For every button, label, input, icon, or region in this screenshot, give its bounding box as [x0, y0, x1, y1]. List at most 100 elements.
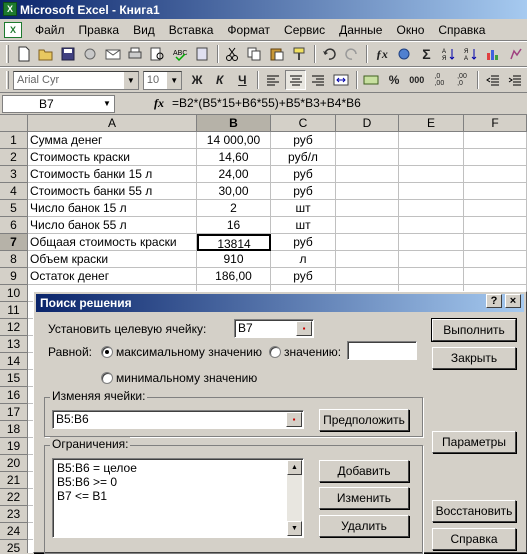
- table-cell[interactable]: [464, 268, 527, 285]
- row-header[interactable]: 1: [0, 132, 28, 149]
- table-cell[interactable]: Стоимость банки 55 л: [28, 183, 197, 200]
- table-cell[interactable]: [464, 149, 527, 166]
- table-cell[interactable]: [399, 268, 464, 285]
- table-cell[interactable]: [336, 234, 399, 251]
- radio-max-label[interactable]: максимальному значению: [116, 345, 262, 359]
- menu-file[interactable]: Файл: [28, 23, 72, 37]
- row-header[interactable]: 25: [0, 540, 28, 553]
- open-icon[interactable]: [35, 44, 56, 64]
- insert-function-icon[interactable]: fx: [154, 96, 164, 111]
- increase-decimal-icon[interactable]: ,0,00: [429, 70, 451, 90]
- toolbar-grip[interactable]: [6, 71, 9, 89]
- row-header[interactable]: 24: [0, 523, 28, 540]
- print-preview-icon[interactable]: [147, 44, 168, 64]
- row-header[interactable]: 17: [0, 404, 28, 421]
- percent-icon[interactable]: %: [383, 70, 405, 90]
- column-header[interactable]: D: [336, 115, 399, 132]
- row-header[interactable]: 16: [0, 387, 28, 404]
- column-header[interactable]: C: [271, 115, 336, 132]
- sort-ascending-icon[interactable]: AЯ: [438, 44, 459, 64]
- row-header[interactable]: 3: [0, 166, 28, 183]
- menu-insert[interactable]: Вставка: [162, 23, 221, 37]
- row-header[interactable]: 21: [0, 472, 28, 489]
- row-header[interactable]: 4: [0, 183, 28, 200]
- table-cell[interactable]: [399, 234, 464, 251]
- row-header[interactable]: 22: [0, 489, 28, 506]
- close-button[interactable]: Закрыть: [432, 347, 516, 369]
- row-header[interactable]: 14: [0, 353, 28, 370]
- redo-icon[interactable]: [341, 44, 362, 64]
- column-header[interactable]: E: [399, 115, 464, 132]
- decrease-indent-icon[interactable]: [482, 70, 504, 90]
- list-item[interactable]: B7 <= B1: [57, 489, 299, 503]
- table-cell[interactable]: [336, 166, 399, 183]
- row-header[interactable]: 15: [0, 370, 28, 387]
- table-cell[interactable]: [399, 183, 464, 200]
- column-header[interactable]: B: [197, 115, 271, 132]
- new-icon[interactable]: [13, 44, 34, 64]
- solve-button[interactable]: Выполнить: [431, 318, 517, 342]
- options-button[interactable]: Параметры: [432, 431, 516, 453]
- bold-button[interactable]: Ж: [186, 70, 208, 90]
- format-painter-icon[interactable]: [288, 44, 309, 64]
- table-cell[interactable]: 16: [197, 217, 271, 234]
- table-cell[interactable]: [464, 200, 527, 217]
- table-cell[interactable]: [464, 251, 527, 268]
- table-cell[interactable]: [336, 268, 399, 285]
- table-cell[interactable]: руб: [271, 166, 336, 183]
- row-header[interactable]: 18: [0, 421, 28, 438]
- row-header[interactable]: 9: [0, 268, 28, 285]
- increase-indent-icon[interactable]: [504, 70, 526, 90]
- table-cell[interactable]: Остаток денег: [28, 268, 197, 285]
- table-cell[interactable]: [336, 149, 399, 166]
- list-item[interactable]: B5:B6 = целое: [57, 461, 299, 475]
- table-cell[interactable]: 910: [197, 251, 271, 268]
- table-cell[interactable]: [399, 251, 464, 268]
- menu-tools[interactable]: Сервис: [277, 23, 332, 37]
- guess-button[interactable]: Предположить: [319, 409, 409, 431]
- radio-value-label[interactable]: значению:: [284, 345, 341, 359]
- chart-wizard-icon[interactable]: [483, 44, 504, 64]
- row-header[interactable]: 23: [0, 506, 28, 523]
- collapse-dialog-icon[interactable]: ▪: [296, 321, 312, 336]
- table-cell[interactable]: 186,00: [197, 268, 271, 285]
- align-left-icon[interactable]: [262, 70, 284, 90]
- table-cell[interactable]: 14,60: [197, 149, 271, 166]
- formula-input[interactable]: =B2*(B5*15+B6*55)+B5*B3+B4*B6: [172, 96, 361, 110]
- row-header[interactable]: 10: [0, 285, 28, 302]
- table-cell[interactable]: руб: [271, 132, 336, 149]
- column-header[interactable]: F: [464, 115, 527, 132]
- table-cell[interactable]: [336, 132, 399, 149]
- chevron-down-icon[interactable]: ▼: [100, 96, 114, 112]
- table-cell[interactable]: шт: [271, 217, 336, 234]
- scrollbar[interactable]: ▲ ▼: [287, 460, 302, 536]
- menu-window[interactable]: Окно: [389, 23, 431, 37]
- table-cell[interactable]: руб/л: [271, 149, 336, 166]
- decrease-decimal-icon[interactable]: ,00,0: [451, 70, 473, 90]
- align-right-icon[interactable]: [307, 70, 329, 90]
- table-cell[interactable]: [336, 217, 399, 234]
- table-cell[interactable]: шт: [271, 200, 336, 217]
- radio-value[interactable]: [269, 346, 281, 358]
- table-cell[interactable]: руб: [271, 268, 336, 285]
- row-header[interactable]: 8: [0, 251, 28, 268]
- save-icon[interactable]: [58, 44, 79, 64]
- permission-icon[interactable]: [80, 44, 101, 64]
- table-cell[interactable]: л: [271, 251, 336, 268]
- table-cell[interactable]: [464, 234, 527, 251]
- table-cell[interactable]: [464, 217, 527, 234]
- paste-icon[interactable]: [266, 44, 287, 64]
- row-header[interactable]: 11: [0, 302, 28, 319]
- column-header[interactable]: A: [28, 115, 197, 132]
- value-input[interactable]: [347, 341, 417, 360]
- menu-help[interactable]: Справка: [431, 23, 492, 37]
- email-icon[interactable]: [102, 44, 123, 64]
- row-header[interactable]: 13: [0, 336, 28, 353]
- target-cell-input[interactable]: B7 ▪: [234, 319, 314, 338]
- table-cell[interactable]: Сумма денег: [28, 132, 197, 149]
- help-button[interactable]: Справка: [432, 528, 516, 550]
- add-button[interactable]: Добавить: [319, 460, 409, 482]
- currency-icon[interactable]: [361, 70, 383, 90]
- row-header[interactable]: 6: [0, 217, 28, 234]
- print-icon[interactable]: [124, 44, 145, 64]
